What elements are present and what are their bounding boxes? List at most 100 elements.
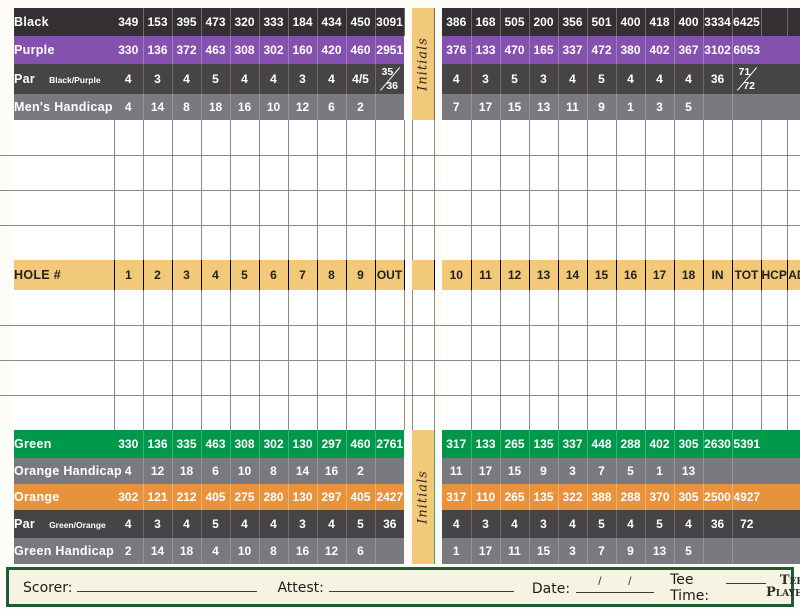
score-cell[interactable] bbox=[317, 225, 347, 261]
date-input[interactable]: / / bbox=[576, 574, 655, 593]
score-cell[interactable] bbox=[587, 155, 617, 191]
score-cell[interactable] bbox=[442, 395, 472, 431]
score-cell[interactable] bbox=[500, 190, 530, 226]
score-cell[interactable] bbox=[143, 360, 173, 396]
score-cell[interactable] bbox=[259, 120, 289, 156]
score-cell[interactable] bbox=[259, 225, 289, 261]
score-cell[interactable] bbox=[201, 325, 231, 361]
score-cell[interactable] bbox=[471, 290, 501, 326]
score-cell[interactable] bbox=[259, 155, 289, 191]
player-name-cell[interactable] bbox=[14, 395, 115, 431]
score-cell[interactable] bbox=[674, 120, 704, 156]
player-row[interactable] bbox=[0, 225, 800, 261]
hcp-cell[interactable] bbox=[761, 190, 788, 226]
score-cell[interactable] bbox=[616, 120, 646, 156]
score-cell[interactable] bbox=[587, 325, 617, 361]
score-cell[interactable] bbox=[587, 120, 617, 156]
score-cell[interactable] bbox=[645, 120, 675, 156]
tot-cell[interactable] bbox=[732, 225, 762, 261]
score-cell[interactable] bbox=[143, 225, 173, 261]
adj-cell[interactable] bbox=[787, 290, 800, 326]
tot-cell[interactable] bbox=[732, 155, 762, 191]
out-cell[interactable] bbox=[375, 155, 405, 191]
hcp-cell[interactable] bbox=[761, 290, 788, 326]
score-cell[interactable] bbox=[471, 395, 501, 431]
scorer-input[interactable] bbox=[77, 578, 258, 592]
score-cell[interactable] bbox=[143, 325, 173, 361]
in-cell[interactable] bbox=[703, 120, 733, 156]
tot-cell[interactable] bbox=[732, 190, 762, 226]
score-cell[interactable] bbox=[288, 225, 318, 261]
adj-cell[interactable] bbox=[787, 190, 800, 226]
score-cell[interactable] bbox=[674, 290, 704, 326]
player-row[interactable] bbox=[0, 325, 800, 361]
player-name-cell[interactable] bbox=[14, 190, 115, 226]
score-cell[interactable] bbox=[114, 290, 144, 326]
score-cell[interactable] bbox=[587, 395, 617, 431]
score-cell[interactable] bbox=[317, 155, 347, 191]
score-cell[interactable] bbox=[346, 325, 376, 361]
score-cell[interactable] bbox=[288, 395, 318, 431]
score-cell[interactable] bbox=[172, 395, 202, 431]
attest-input[interactable] bbox=[328, 578, 514, 592]
score-cell[interactable] bbox=[529, 290, 559, 326]
score-cell[interactable] bbox=[471, 155, 501, 191]
score-cell[interactable] bbox=[346, 360, 376, 396]
score-cell[interactable] bbox=[674, 225, 704, 261]
out-cell[interactable] bbox=[375, 225, 405, 261]
date-field-group[interactable]: Date: / / bbox=[532, 574, 655, 597]
score-cell[interactable] bbox=[172, 290, 202, 326]
score-cell[interactable] bbox=[645, 155, 675, 191]
score-cell[interactable] bbox=[645, 360, 675, 396]
score-cell[interactable] bbox=[442, 360, 472, 396]
score-cell[interactable] bbox=[114, 360, 144, 396]
score-cell[interactable] bbox=[616, 155, 646, 191]
score-cell[interactable] bbox=[442, 155, 472, 191]
tot-cell[interactable] bbox=[732, 360, 762, 396]
score-cell[interactable] bbox=[230, 190, 260, 226]
initials-cell[interactable] bbox=[411, 225, 435, 261]
hcp-cell[interactable] bbox=[761, 395, 788, 431]
adj-cell[interactable] bbox=[787, 325, 800, 361]
score-cell[interactable] bbox=[645, 325, 675, 361]
player-row[interactable] bbox=[0, 395, 800, 431]
player-row[interactable] bbox=[0, 155, 800, 191]
score-cell[interactable] bbox=[529, 225, 559, 261]
score-cell[interactable] bbox=[674, 395, 704, 431]
score-cell[interactable] bbox=[172, 155, 202, 191]
tot-cell[interactable] bbox=[732, 395, 762, 431]
score-cell[interactable] bbox=[471, 360, 501, 396]
score-cell[interactable] bbox=[143, 395, 173, 431]
score-cell[interactable] bbox=[529, 190, 559, 226]
score-cell[interactable] bbox=[645, 290, 675, 326]
hcp-cell[interactable] bbox=[761, 155, 788, 191]
tot-cell[interactable] bbox=[732, 290, 762, 326]
score-cell[interactable] bbox=[587, 290, 617, 326]
tot-cell[interactable] bbox=[732, 120, 762, 156]
score-cell[interactable] bbox=[529, 155, 559, 191]
score-cell[interactable] bbox=[346, 225, 376, 261]
score-cell[interactable] bbox=[558, 190, 588, 226]
score-cell[interactable] bbox=[529, 325, 559, 361]
player-row[interactable] bbox=[0, 360, 800, 396]
score-cell[interactable] bbox=[346, 155, 376, 191]
player-row[interactable] bbox=[0, 290, 800, 326]
score-cell[interactable] bbox=[201, 360, 231, 396]
score-cell[interactable] bbox=[587, 360, 617, 396]
score-cell[interactable] bbox=[114, 325, 144, 361]
player-name-cell[interactable] bbox=[14, 225, 115, 261]
score-cell[interactable] bbox=[645, 225, 675, 261]
score-cell[interactable] bbox=[172, 120, 202, 156]
score-cell[interactable] bbox=[558, 290, 588, 326]
scorer-field-group[interactable]: Scorer: bbox=[23, 578, 258, 596]
score-cell[interactable] bbox=[114, 190, 144, 226]
score-cell[interactable] bbox=[230, 290, 260, 326]
score-cell[interactable] bbox=[317, 290, 347, 326]
score-cell[interactable] bbox=[558, 395, 588, 431]
score-cell[interactable] bbox=[143, 120, 173, 156]
score-cell[interactable] bbox=[230, 225, 260, 261]
score-cell[interactable] bbox=[114, 120, 144, 156]
score-cell[interactable] bbox=[114, 395, 144, 431]
score-cell[interactable] bbox=[471, 190, 501, 226]
tee-time-input[interactable] bbox=[726, 570, 767, 584]
